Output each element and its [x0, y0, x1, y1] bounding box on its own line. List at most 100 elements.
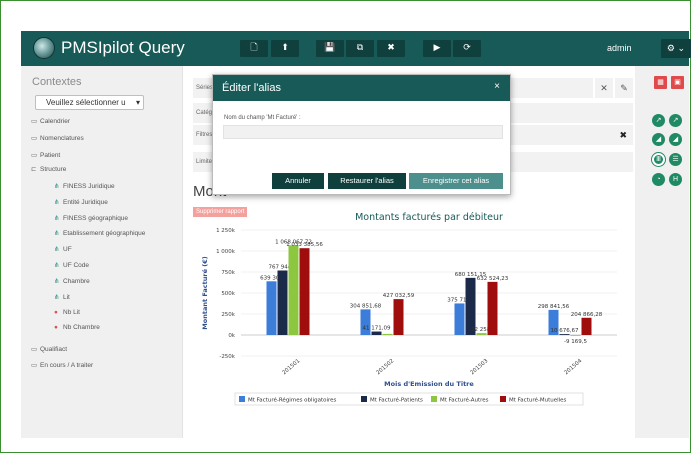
line-chart-button[interactable]: ↗: [652, 114, 665, 127]
context-select-value: Veuillez sélectionner u: [46, 98, 126, 107]
pencil-icon: ✎: [620, 83, 628, 93]
top-bar: PMSIpilot Query 🗋 ⬆ 💾 ⧉ ✖ ▶ ⟳ admin ⚙ ⌄: [21, 31, 691, 66]
y-tick-label: 500k: [221, 291, 235, 297]
sidebar-item-label: FINESS Juridique: [63, 183, 115, 190]
limit-label: Limite: [196, 159, 213, 165]
modal-close-icon[interactable]: ×: [494, 81, 500, 92]
hierarchy-icon: ⋔: [54, 215, 60, 222]
sidebar-item-nb-chambre[interactable]: ● Nb Chambre: [54, 324, 100, 331]
sidebar-item-label: Patient: [40, 152, 61, 159]
context-select[interactable]: Veuillez sélectionner u ▾: [35, 95, 144, 110]
modal-title: Éditer l'alias: [213, 75, 510, 101]
data-label: 10 676,67: [551, 328, 579, 334]
sidebar-item-label: FINESS géographique: [63, 215, 129, 222]
settings-button[interactable]: ⚙ ⌄: [661, 39, 691, 58]
chart-view-button[interactable]: ▣: [671, 76, 684, 89]
x-axis-label: Mois d'Emission du Titre: [384, 380, 474, 388]
sidebar-item-structure[interactable]: ⊏ Structure: [31, 165, 66, 173]
sidebar-item-etablissement-geographique[interactable]: ⋔ Etablissement géographique: [54, 229, 145, 237]
sidebar-item-patient[interactable]: ▭ Patient: [31, 151, 60, 159]
sidebar-item-nomenclatures[interactable]: ▭ Nomenclatures: [31, 134, 84, 142]
copy-button[interactable]: ⧉: [346, 40, 374, 57]
legend-entry: Mt Facturé-Mutuelles: [509, 397, 567, 404]
sidebar-item-finess-juridique[interactable]: ⋔ FINESS Juridique: [54, 182, 115, 190]
sidebar-item-label: Entité Juridique: [63, 199, 108, 206]
bar-chart-button[interactable]: ☰: [669, 153, 682, 166]
remove-filter-icon[interactable]: ✖: [619, 125, 627, 145]
table-view-button[interactable]: ▦: [654, 76, 667, 89]
area-chart-icon: ↗: [672, 117, 679, 124]
y-tick-label: 0k: [228, 333, 235, 339]
sidebar-item-nb-lit[interactable]: ● Nb Lit: [54, 309, 80, 316]
data-label: 204 866,28: [571, 312, 603, 318]
sidebar-item-finess-geographique[interactable]: ⋔ FINESS géographique: [54, 214, 128, 222]
y-tick-label: 250k: [221, 312, 235, 318]
data-label: 632 524,23: [477, 276, 509, 282]
refresh-button[interactable]: ⟳: [453, 40, 481, 57]
sidebar-item-uf[interactable]: ⋔ UF: [54, 245, 72, 253]
x-tick-label: 201502: [375, 358, 395, 376]
close-query-button[interactable]: ✖: [377, 40, 405, 57]
sidebar-item-entite-juridique[interactable]: ⋔ Entité Juridique: [54, 198, 108, 206]
caret-icon: ▾: [135, 98, 140, 107]
heatmap-button[interactable]: H: [669, 173, 682, 186]
measure-icon: ●: [54, 309, 58, 316]
sidebar-item-uf-code[interactable]: ⋔ UF Code: [54, 261, 89, 269]
save-icon: 💾: [324, 43, 336, 53]
line-chart-icon: ↗: [655, 117, 662, 124]
sidebar-item-label: Lit: [63, 294, 70, 301]
upload-button[interactable]: ⬆: [271, 40, 299, 57]
sidebar-item-calendrier[interactable]: ▭ Calendrier: [31, 117, 70, 125]
hierarchy-icon: ⋔: [54, 246, 60, 253]
save-button[interactable]: 💾: [316, 40, 344, 57]
stacked-area-button[interactable]: ◢: [669, 133, 682, 146]
y-tick-label: -250k: [219, 354, 235, 360]
restore-alias-button[interactable]: Restaurer l'alias: [328, 173, 406, 189]
sidebar-item-label: Nomenclatures: [40, 135, 84, 142]
globe-logo-icon: [33, 37, 55, 59]
pie-chart-button[interactable]: ◔: [652, 173, 665, 186]
x-tick-label: 201503: [469, 358, 489, 376]
gear-icon: ⚙: [666, 43, 675, 53]
folder-icon: ▭: [31, 346, 38, 353]
data-label: 298 841,56: [538, 304, 570, 310]
column-chart-button[interactable]: Ⅲ: [651, 152, 666, 167]
app-frame: PMSIpilot Query 🗋 ⬆ 💾 ⧉ ✖ ▶ ⟳ admin ⚙ ⌄ …: [0, 0, 691, 453]
hierarchy-icon: ⋔: [54, 183, 60, 190]
chart-icon: ▣: [674, 79, 681, 86]
table-icon: ▦: [657, 79, 664, 86]
bar-201501-3: [299, 248, 310, 335]
area-chart-button[interactable]: ↗: [669, 114, 682, 127]
legend-entry: Mt Facturé-Patients: [370, 397, 423, 404]
data-label: 304 851,68: [350, 303, 382, 309]
legend-swatch: [361, 396, 367, 402]
sidebar-item-chambre[interactable]: ⋔ Chambre: [54, 277, 90, 285]
hierarchy-icon: ⋔: [54, 294, 60, 301]
save-alias-button[interactable]: Enregistrer cet alias: [409, 173, 503, 189]
stacked-chart-icon: ◢: [655, 136, 662, 143]
edit-button[interactable]: ✎: [615, 78, 633, 98]
sidebar-item-lit[interactable]: ⋔ Lit: [54, 293, 70, 301]
sidebar-item-label: UF Code: [63, 262, 90, 269]
stacked-chart-button[interactable]: ◢: [652, 133, 665, 146]
run-button[interactable]: ▶: [423, 40, 451, 57]
hierarchy-icon: ⋔: [54, 262, 60, 269]
clear-button[interactable]: ✕: [595, 78, 613, 98]
legend-entry: Mt Facturé-Autres: [440, 397, 489, 404]
cancel-button[interactable]: Annuler: [272, 173, 324, 189]
play-icon: ▶: [433, 43, 441, 53]
data-label: -9 169,5: [564, 339, 587, 345]
sidebar-item-en-cours[interactable]: ▭ En cours / A traiter: [31, 361, 93, 369]
sidebar-item-qualifiact[interactable]: ▭ Qualifiact: [31, 345, 67, 353]
sidebar-item-label: En cours / A traiter: [40, 362, 94, 369]
bar-201504-1: [559, 334, 570, 335]
hierarchy-icon: ⋔: [54, 278, 60, 285]
alias-input[interactable]: [223, 125, 503, 139]
new-file-button[interactable]: 🗋: [240, 40, 268, 57]
legend-swatch: [431, 396, 437, 402]
chart-title: Montants facturés par débiteur: [355, 212, 503, 223]
legend-entry: Mt Facturé-Régimes obligatoires: [248, 397, 337, 404]
y-axis-label: Montant Facturé (€): [201, 256, 209, 329]
bar-201504-2: [570, 335, 581, 336]
user-name[interactable]: admin: [607, 43, 632, 53]
